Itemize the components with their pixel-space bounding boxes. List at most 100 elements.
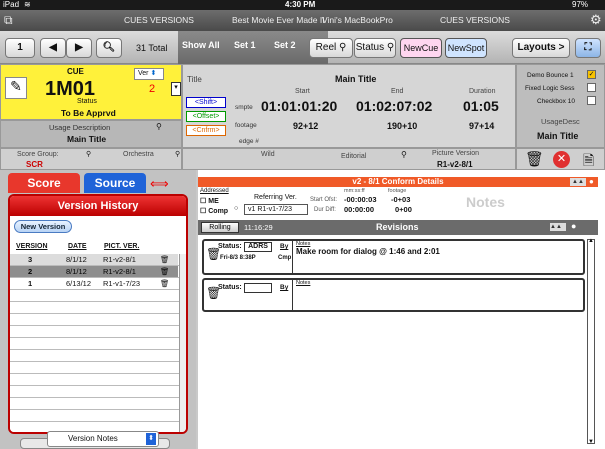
start-smpte[interactable]: 01:01:01:20 [261, 98, 337, 114]
table-row[interactable]: 3 8/1/12 R1-v2-8/1 🗑︎ [10, 254, 178, 266]
revision-status-value[interactable]: ADRS [244, 242, 272, 252]
divider [292, 241, 293, 273]
rolling-button[interactable]: Rolling [201, 222, 239, 233]
app-title: CUES VERSIONS [124, 15, 194, 25]
dur-diff-footage[interactable]: 0+00 [395, 205, 412, 214]
resize-icon[interactable]: ▲▲ [550, 223, 566, 231]
found-set-group: Show All Set 1 Set 2 [178, 31, 328, 64]
trash-icon[interactable]: 🗑︎ [160, 279, 170, 288]
revision-item[interactable]: 🗑︎ Status: ADRS By Fri-8/3 8:38P Cmp Not… [202, 239, 585, 275]
orchestra-label: Orchestra [123, 151, 154, 158]
revision-by-value[interactable]: Cmp [278, 255, 291, 261]
me-checkbox[interactable]: ☐ ME [200, 197, 219, 205]
col-version[interactable]: VERSION [16, 243, 48, 250]
end-smpte[interactable]: 01:02:07:02 [356, 98, 432, 114]
show-all-button[interactable]: Show All [182, 40, 220, 50]
search-icon[interactable]: ⚲ [86, 150, 91, 158]
revision-by-label: By [280, 284, 289, 291]
search-icon[interactable]: ⚲ [175, 150, 180, 158]
offset-button[interactable]: <Offset> [186, 111, 226, 122]
scroll-up-icon[interactable]: ▲ [588, 238, 594, 244]
cancel-icon[interactable]: ✕ [553, 151, 570, 168]
trash-icon[interactable]: 🗑︎ [160, 255, 170, 264]
notes-label[interactable]: Notes [466, 194, 505, 210]
new-spot-button[interactable]: NewSpot [445, 38, 487, 58]
editorial-label: Editorial [341, 153, 367, 160]
revisions-scrollbar[interactable]: ▲ ▼ [587, 238, 595, 445]
tab-source[interactable]: Source [84, 173, 146, 193]
next-record-button[interactable]: ▶ [66, 38, 92, 58]
demo-bounce-checkbox[interactable]: ✓ [587, 70, 596, 79]
picture-version-value[interactable]: R1-v2-8/1 [437, 160, 473, 169]
reel-search-button[interactable]: Reel ⚲ [309, 38, 353, 58]
version-selector[interactable]: Ver ⬍ [134, 68, 164, 80]
set1-button[interactable]: Set 1 [234, 40, 256, 50]
pict-ver-cell: R1-v1-7/23 [103, 279, 141, 288]
prev-record-button[interactable]: ◀ [40, 38, 66, 58]
status-value[interactable]: To Be Apprvd [61, 108, 116, 118]
new-version-button[interactable]: New Version [14, 220, 72, 233]
cue-version[interactable]: 2 [149, 83, 155, 95]
dot-icon[interactable]: ● [571, 221, 576, 231]
layouts-button[interactable]: Layouts > [512, 38, 570, 58]
duration-footage[interactable]: 97+14 [469, 121, 494, 131]
revision-status-value[interactable] [244, 283, 272, 293]
smpte-label: smpte [235, 104, 253, 111]
section-title: CUES VERSIONS [440, 15, 510, 25]
radio-icon[interactable]: ○ [234, 205, 238, 212]
table-row-selected[interactable]: 2 8/1/12 R1-v2-8/1 🗑︎ [10, 266, 178, 278]
usage-description-value[interactable]: Main Title [67, 134, 106, 144]
list-scrollbar[interactable] [179, 254, 186, 432]
score-group-value[interactable]: SCR [26, 160, 43, 169]
shift-button[interactable]: <Shift> [186, 97, 226, 108]
trash-icon[interactable]: 🗑︎ [525, 150, 544, 168]
comp-checkbox[interactable]: ☐ Comp [200, 207, 228, 215]
new-cue-button[interactable]: NewCue [400, 38, 442, 58]
referring-version-field[interactable]: v1 R1-v1-7/23 [244, 204, 308, 215]
version-notes-select[interactable]: Version Notes ⬍ [47, 431, 159, 447]
col-pict-ver[interactable]: PICT. VER. [104, 243, 139, 250]
usage-desc-value[interactable]: Main Title [537, 131, 578, 141]
version-history-panel: Version History New Version VERSION DATE… [8, 194, 188, 434]
set2-button[interactable]: Set 2 [274, 40, 296, 50]
timing-panel: Title Main Title Start End Duration <Shi… [182, 64, 516, 148]
search-icon[interactable]: ⚲ [156, 122, 162, 131]
dur-diff-smpte[interactable]: 00:00:00 [344, 205, 374, 214]
checkbox10-checkbox[interactable] [587, 96, 596, 105]
start-footage[interactable]: 92+12 [293, 121, 318, 131]
toolbar: 1 ◀ ▶ 🔍︎ 31 Total Show All Set 1 Set 2 R… [0, 31, 605, 64]
settings-gear-icon[interactable]: ⚙ [590, 12, 602, 28]
action-icon-row: 🗑︎ ✕ 🗎 [516, 148, 605, 170]
find-menu-button[interactable]: 🔍︎ [96, 38, 122, 58]
confirm-button[interactable]: <Cnfrm> [186, 125, 226, 136]
fixed-logic-checkbox[interactable] [587, 83, 596, 92]
trash-icon[interactable]: 🗑︎ [160, 267, 170, 276]
scroll-down-icon[interactable]: ▼ [588, 439, 594, 445]
search-icon[interactable]: ⚲ [401, 150, 407, 159]
duration-label: Duration [469, 88, 496, 95]
device-name: iPad [3, 0, 20, 9]
table-row[interactable]: 1 6/13/12 R1-v1-7/23 🗑︎ [10, 278, 178, 290]
status-search-button[interactable]: Status ⚲ [354, 38, 396, 58]
options-panel: Demo Bounce 1 ✓ Fixed Logic Sess Checkbo… [516, 64, 605, 148]
fullscreen-icon[interactable]: ⛶ [575, 38, 601, 58]
revision-note[interactable]: Make room for dialog @ 1:46 and 2:01 [296, 247, 440, 256]
start-offset-smpte[interactable]: -00:00:03 [344, 195, 377, 204]
status-label: Status [77, 98, 97, 105]
title-value[interactable]: Main Title [335, 74, 376, 84]
version-dropdown-icon[interactable]: ▾ [171, 82, 181, 96]
start-offset-footage[interactable]: -0+03 [391, 195, 410, 204]
window-toggle-icon[interactable]: ⧉ [4, 13, 13, 28]
switch-arrow-icon[interactable]: ⟺ [150, 176, 169, 192]
record-number[interactable]: 1 [5, 38, 35, 58]
duration-smpte[interactable]: 01:05 [463, 98, 499, 114]
revision-item[interactable]: 🗑︎ Status: By Notes [202, 278, 585, 312]
score-group-row: Score Group: ⚲ SCR Orchestra ⚲ [0, 148, 182, 170]
col-date[interactable]: DATE [68, 243, 87, 250]
dot-icon[interactable]: ● [589, 177, 594, 187]
date-cell: 6/13/12 [66, 279, 92, 288]
tab-score[interactable]: Score [8, 173, 80, 193]
notepad-icon[interactable]: ✎ [5, 77, 27, 99]
end-footage[interactable]: 190+10 [387, 121, 417, 131]
resize-icon[interactable]: ▲▲ [570, 178, 586, 186]
